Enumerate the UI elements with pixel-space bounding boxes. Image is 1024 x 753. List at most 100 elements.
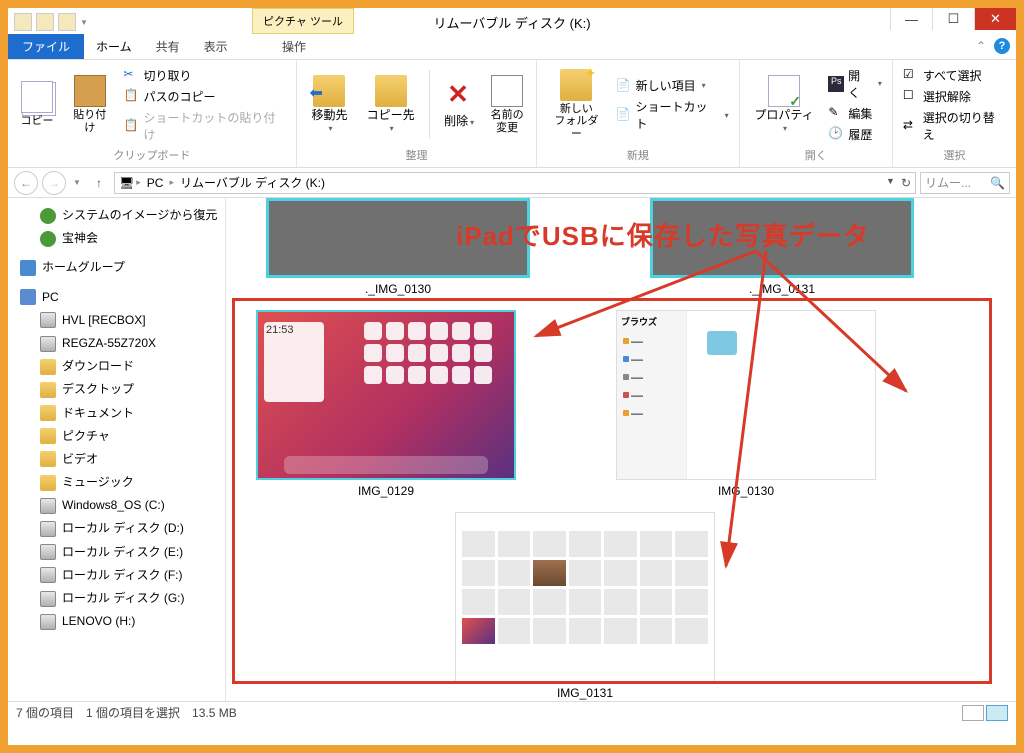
nav-item[interactable]: REGZA-55Z720X	[8, 332, 225, 355]
nav-item-label: デスクトップ	[62, 380, 134, 399]
copy-to-button[interactable]: コピー先▾	[360, 64, 421, 145]
minimize-button[interactable]: —	[890, 8, 932, 30]
nav-item[interactable]: ミュージック	[8, 471, 225, 494]
nav-item[interactable]: ビデオ	[8, 448, 225, 471]
refresh-icon[interactable]: ↻	[901, 176, 911, 190]
breadcrumb-drive[interactable]: リムーバブル ディスク (K:)	[176, 174, 329, 191]
address-bar-row: ← → ▼ ↑ 🖥 ▸ PC ▸ リムーバブル ディスク (K:) ▼ ↻ リム…	[8, 168, 1016, 198]
folder-icon	[40, 382, 56, 398]
nav-item-label: ピクチャ	[62, 427, 110, 446]
group-label: 選択	[901, 145, 1008, 163]
navigation-pane[interactable]: システムのイメージから復元 宝神会 ホームグループ PC HVL [RECBOX…	[8, 198, 226, 701]
file-thumbnail	[455, 512, 715, 682]
context-operation-tab[interactable]: 操作	[270, 34, 318, 59]
nav-item-label: ローカル ディスク (E:)	[62, 543, 183, 562]
help-icon[interactable]: ?	[994, 38, 1010, 54]
rename-button[interactable]: 名前の 変更	[486, 64, 528, 145]
breadcrumb-pc[interactable]: PC	[143, 176, 168, 190]
back-button[interactable]: ←	[14, 171, 38, 195]
paste-button[interactable]: 貼り付け	[64, 64, 116, 145]
nav-item[interactable]: デスクトップ	[8, 378, 225, 401]
nav-item[interactable]: LENOVO (H:)	[8, 610, 225, 633]
cut-button[interactable]: ✂切り取り	[122, 66, 288, 85]
home-tab[interactable]: ホーム	[84, 34, 144, 59]
nav-item-label: ローカル ディスク (G:)	[62, 589, 185, 608]
qat-icon[interactable]	[58, 13, 76, 31]
thumbnails-view-button[interactable]	[986, 705, 1008, 721]
properties-button[interactable]: プロパティ▾	[748, 64, 821, 145]
copy-path-button[interactable]: 📋パスのコピー	[122, 87, 288, 106]
nav-system-restore[interactable]: システムのイメージから復元	[8, 204, 225, 227]
nav-item[interactable]: ダウンロード	[8, 355, 225, 378]
nav-item[interactable]: ローカル ディスク (E:)	[8, 541, 225, 564]
move-to-button[interactable]: ⬅移動先▾	[305, 64, 354, 145]
nav-item[interactable]: HVL [RECBOX]	[8, 309, 225, 332]
pc-icon: 🖥	[119, 176, 134, 190]
history-button[interactable]: 🕑履歴	[826, 125, 884, 144]
new-shortcut-button[interactable]: 📄ショートカット▾	[614, 97, 731, 133]
search-input[interactable]: リムー... 🔍	[920, 172, 1010, 194]
qat-icon[interactable]	[14, 13, 32, 31]
forward-button[interactable]: →	[42, 171, 66, 195]
delete-button[interactable]: 削除▾	[438, 64, 480, 145]
group-label: 整理	[305, 145, 528, 163]
details-view-button[interactable]	[962, 705, 984, 721]
nav-homegroup[interactable]: ホームグループ	[8, 256, 225, 279]
nav-pc[interactable]: PC	[8, 286, 225, 309]
select-none-button[interactable]: ☐選択解除	[901, 87, 1008, 106]
nav-item-label: REGZA-55Z720X	[62, 334, 156, 353]
edit-button[interactable]: ✎編集	[826, 104, 884, 123]
main-area: システムのイメージから復元 宝神会 ホームグループ PC HVL [RECBOX…	[8, 198, 1016, 701]
nav-item-label: ドキュメント	[62, 404, 134, 423]
folder-icon	[40, 359, 56, 375]
drive-icon	[40, 312, 56, 328]
file-tab[interactable]: ファイル	[8, 34, 84, 59]
paste-shortcut-button[interactable]: 📋ショートカットの貼り付け	[122, 108, 288, 144]
history-dropdown-icon[interactable]: ▼	[70, 171, 84, 195]
view-tab[interactable]: 表示	[192, 34, 240, 59]
open-button[interactable]: Ps開く▾	[826, 66, 884, 102]
quick-access-toolbar: ▼	[8, 13, 94, 31]
nav-item[interactable]: Windows8_OS (C:)	[8, 494, 225, 517]
copy-button[interactable]: コピー	[16, 64, 58, 145]
close-button[interactable]: ✕	[974, 8, 1016, 30]
collapse-ribbon-icon[interactable]: ⌃	[976, 39, 986, 53]
title-bar: ▼ ピクチャ ツール リムーバブル ディスク (K:) — ☐ ✕	[8, 8, 1016, 36]
item-count: 7 個の項目	[16, 704, 74, 721]
file-label: IMG_0131	[557, 686, 613, 700]
chevron-right-icon[interactable]: ▸	[169, 177, 174, 188]
new-item-button[interactable]: 📄新しい項目▾	[614, 76, 731, 95]
nav-hojinkai[interactable]: 宝神会	[8, 227, 225, 250]
new-folder-button[interactable]: ✦新しい フォルダー	[545, 64, 608, 145]
maximize-button[interactable]: ☐	[932, 8, 974, 30]
file-grid: ._IMG_0130 ._IMG_0131 21:53	[226, 198, 934, 701]
nav-item-label: ダウンロード	[62, 357, 134, 376]
nav-item[interactable]: ドキュメント	[8, 402, 225, 425]
content-pane[interactable]: iPadでUSBに保存した写真データ ._IMG_0130 ._IMG_0131	[226, 198, 1016, 701]
share-tab[interactable]: 共有	[144, 34, 192, 59]
nav-item-label: ローカル ディスク (D:)	[62, 519, 184, 538]
select-all-button[interactable]: ☑すべて選択	[901, 66, 1008, 85]
nav-item[interactable]: ローカル ディスク (G:)	[8, 587, 225, 610]
organize-group: ⬅移動先▾ コピー先▾ 削除▾ 名前の 変更 整理	[297, 60, 537, 167]
qat-dropdown-icon[interactable]: ▼	[80, 18, 88, 27]
chevron-right-icon[interactable]: ▸	[136, 177, 141, 188]
folder-icon	[40, 428, 56, 444]
selection-count: 1 個の項目を選択	[86, 704, 180, 721]
qat-icon[interactable]	[36, 13, 54, 31]
file-item[interactable]: IMG_0131	[256, 512, 914, 700]
address-bar[interactable]: 🖥 ▸ PC ▸ リムーバブル ディスク (K:) ▼ ↻	[114, 172, 916, 194]
group-label: クリップボード	[16, 145, 288, 163]
nav-item[interactable]: ローカル ディスク (D:)	[8, 517, 225, 540]
file-thumbnail: 21:53	[256, 310, 516, 480]
invert-selection-button[interactable]: ⇄選択の切り替え	[901, 108, 1008, 144]
folder-icon	[40, 475, 56, 491]
file-item[interactable]: ブラウズ — — — — — IMG_0130	[616, 310, 876, 498]
file-item-selected[interactable]: 21:53 IMG_0129	[256, 310, 516, 498]
nav-item[interactable]: ローカル ディスク (F:)	[8, 564, 225, 587]
dropdown-icon[interactable]: ▼	[886, 176, 895, 190]
select-group: ☑すべて選択 ☐選択解除 ⇄選択の切り替え 選択	[893, 60, 1016, 167]
file-label: ._IMG_0131	[749, 282, 815, 296]
up-button[interactable]: ↑	[88, 172, 110, 194]
nav-item[interactable]: ピクチャ	[8, 425, 225, 448]
